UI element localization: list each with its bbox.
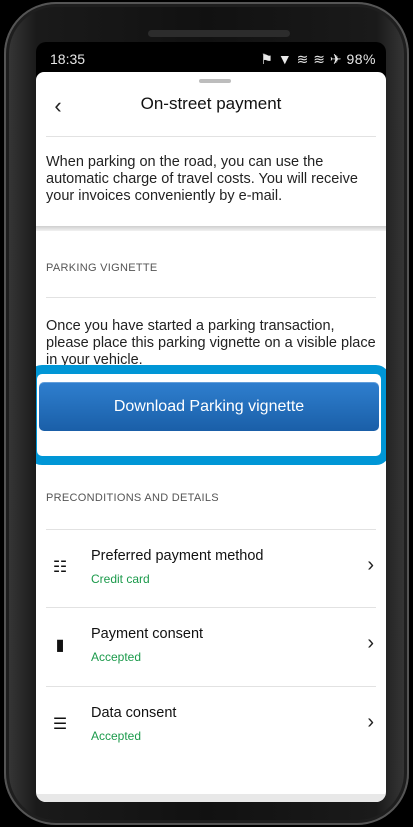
card-check-icon: ▮ [55, 637, 65, 654]
row-data-consent[interactable]: ☰ Data consent Accepted › [36, 687, 386, 765]
vignette-text: Once you have started a parking transact… [46, 318, 376, 368]
row-preferred-payment[interactable]: ☷ Preferred payment method Credit card › [36, 530, 386, 608]
status-time: 18:35 [50, 51, 86, 67]
screen: 18:35 ⚑ ▼ ≋ ≋ ✈ 98% ‹ On-street payment … [36, 42, 386, 802]
row-label: Data consent [91, 705, 177, 721]
row-status: Accepted [91, 729, 142, 743]
status-icons: ⚑ ▼ ≋ ≋ ✈ 98% [260, 51, 376, 67]
page-title: On-street payment [140, 94, 282, 113]
list-check-icon: ☰ [52, 716, 68, 733]
chevron-right-icon: › [367, 711, 374, 733]
row-status: Accepted [91, 650, 142, 664]
row-label: Preferred payment method [91, 548, 264, 564]
row-label: Payment consent [91, 626, 204, 642]
bottom-sheet: ‹ On-street payment When parking on the … [36, 72, 386, 802]
details-section-label: PRECONDITIONS AND DETAILS [46, 492, 219, 504]
sheet-drag-handle[interactable] [199, 79, 231, 83]
section-divider [36, 226, 386, 231]
status-bar: 18:35 ⚑ ▼ ≋ ≋ ✈ 98% [36, 42, 386, 74]
vignette-section-label: PARKING VIGNETTE [46, 262, 158, 274]
row-payment-consent[interactable]: ▮ Payment consent Accepted › [36, 608, 386, 686]
row-status: Credit card [91, 572, 150, 586]
phone-frame: 18:35 ⚑ ▼ ≋ ≋ ✈ 98% ‹ On-street payment … [4, 2, 409, 825]
download-vignette-button[interactable]: Download Parking vignette [39, 382, 379, 431]
chevron-right-icon: › [367, 554, 374, 576]
intro-text: When parking on the road, you can use th… [46, 154, 358, 204]
contactless-payment-icon: ☷ [52, 559, 68, 576]
header-divider [46, 136, 376, 137]
vignette-divider [46, 297, 376, 298]
chevron-right-icon: › [367, 632, 374, 654]
download-button-highlight: Download Parking vignette [36, 365, 386, 465]
phone-speaker [148, 30, 290, 37]
bottom-band [36, 794, 386, 802]
